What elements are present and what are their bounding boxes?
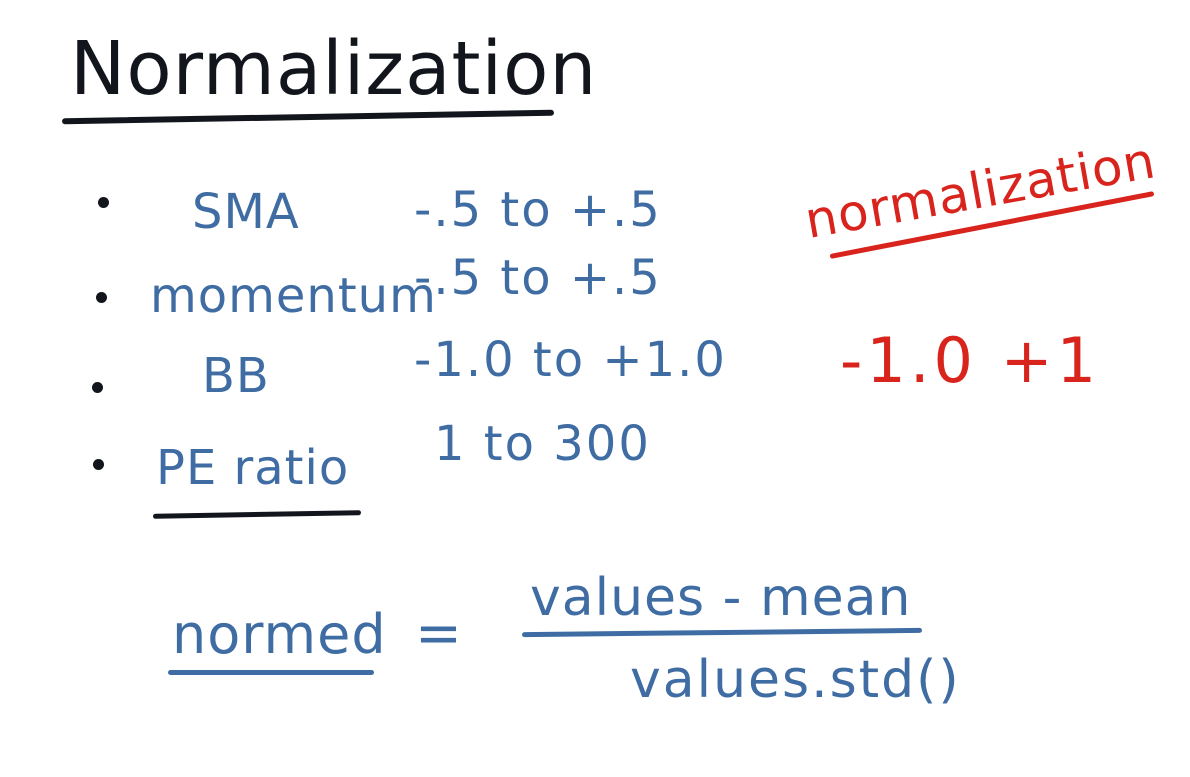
pe-ratio-underline [152, 510, 362, 519]
row-range-sma: -.5 to +.5 [414, 182, 662, 238]
formula-lhs: normed [172, 603, 387, 666]
row-range-bb: -1.0 to +1.0 [414, 332, 727, 388]
formula-numerator: values - mean [530, 568, 912, 628]
formula-equals-sign: = [415, 601, 462, 666]
row-label-pe-ratio: PE ratio [156, 440, 350, 496]
formula-lhs-underline [168, 670, 374, 675]
bullet-bb [92, 382, 103, 393]
formula-fraction-bar [521, 627, 923, 638]
formula-denominator: values.std() [630, 650, 961, 710]
bullet-sma [98, 197, 109, 208]
bullet-momentum [96, 292, 107, 303]
bullet-pe-ratio [93, 459, 104, 470]
row-label-sma: SMA [192, 184, 300, 240]
row-range-pe-ratio: 1 to 300 [434, 416, 651, 472]
row-label-bb: BB [202, 348, 270, 404]
page-title: Normalization [70, 26, 598, 112]
row-label-momentum: momentum [150, 268, 437, 324]
row-range-momentum: -.5 to +.5 [414, 250, 662, 306]
red-annotation-range: -1.0 +1 [840, 324, 1101, 397]
